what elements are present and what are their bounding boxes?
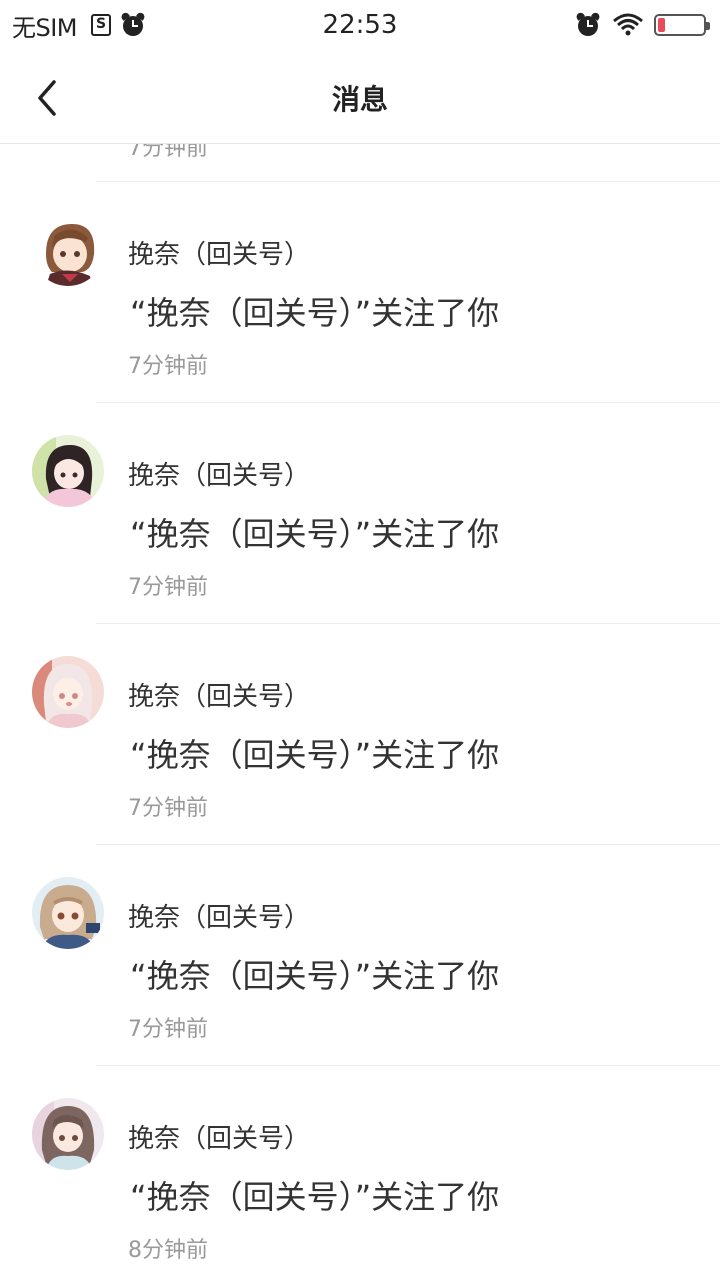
sender-name: 挽奈（回关号） [128, 682, 311, 712]
alarm-icon [575, 11, 601, 37]
message-text: “挽奈（回关号）”关注了你 [130, 1178, 500, 1216]
list-item[interactable]: 挽奈（回关号） “挽奈（回关号）”关注了你 7分钟前 [0, 845, 720, 1066]
avatar[interactable] [32, 214, 104, 286]
nav-bar: 消息 [0, 52, 720, 144]
message-time: 7分钟前 [128, 796, 208, 821]
message-text: “挽奈（回关号）”关注了你 [130, 515, 500, 553]
sender-name: 挽奈（回关号） [128, 1124, 311, 1154]
list-item[interactable]: 7分钟前 [0, 144, 720, 182]
message-text: “挽奈（回关号）”关注了你 [130, 736, 500, 774]
avatar[interactable] [32, 435, 104, 507]
message-time: 7分钟前 [128, 354, 208, 379]
avatar[interactable] [32, 877, 104, 949]
message-time: 7分钟前 [128, 1017, 208, 1042]
avatar[interactable] [32, 656, 104, 728]
page-title: 消息 [331, 83, 388, 116]
list-item[interactable]: 挽奈（回关号） “挽奈（回关号）”关注了你 7分钟前 [0, 624, 720, 845]
wifi-icon [613, 13, 643, 36]
message-time: 7分钟前 [128, 575, 208, 600]
battery-icon [654, 14, 710, 36]
message-text: “挽奈（回关号）”关注了你 [130, 294, 500, 332]
message-time: 8分钟前 [128, 1238, 208, 1263]
sender-name: 挽奈（回关号） [128, 903, 311, 933]
message-list[interactable]: 7分钟前 挽奈（回关号） “挽奈（回关号）”关注了你 7分钟前 挽奈（回关号） … [0, 144, 720, 1280]
list-item[interactable]: 挽奈（回关号） “挽奈（回关号）”关注了你 7分钟前 [0, 182, 720, 403]
message-text: “挽奈（回关号）”关注了你 [130, 957, 500, 995]
sender-name: 挽奈（回关号） [128, 240, 311, 270]
message-time: 7分钟前 [128, 144, 208, 161]
sender-name: 挽奈（回关号） [128, 461, 311, 491]
list-item[interactable]: 挽奈（回关号） “挽奈（回关号）”关注了你 7分钟前 [0, 403, 720, 624]
avatar[interactable] [32, 1098, 104, 1170]
list-item[interactable]: 挽奈（回关号） “挽奈（回关号）”关注了你 8分钟前 [0, 1066, 720, 1280]
status-bar: 无SIM S 22:53 [0, 0, 720, 52]
